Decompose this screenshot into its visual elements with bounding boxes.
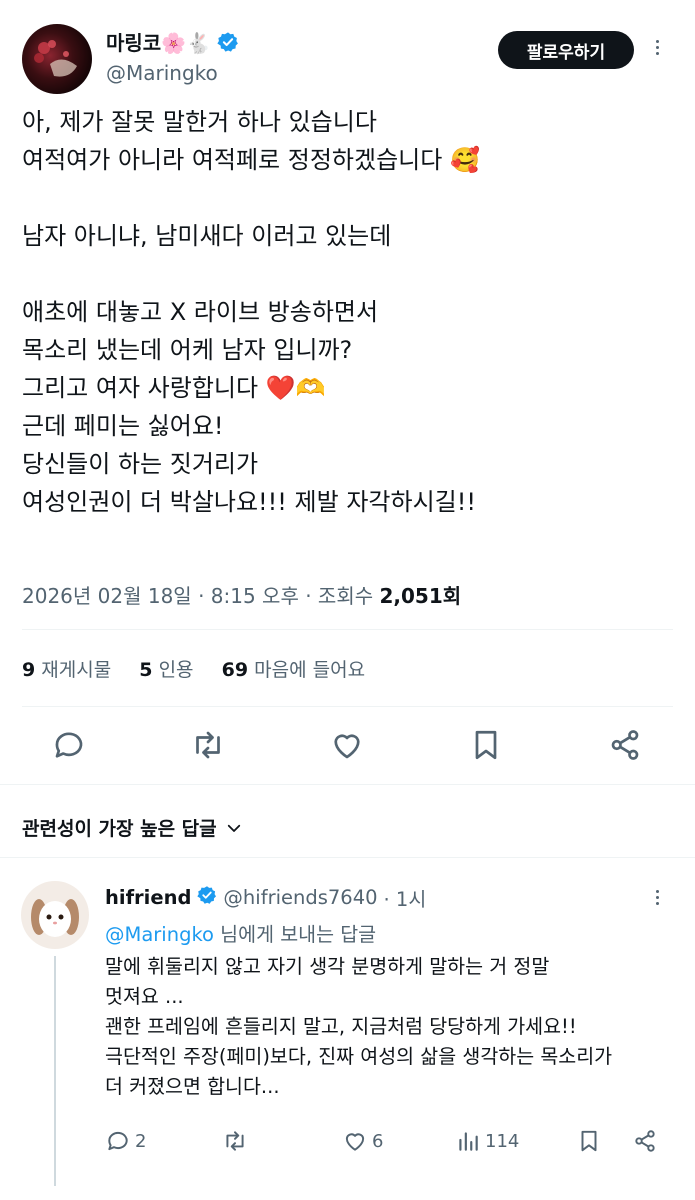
follow-button[interactable]: 팔로우하기: [498, 31, 634, 69]
tweet-meta: 2026년 02월 18일 · 8:15 오후 · 조회수 2,051회: [22, 580, 461, 609]
reply-header: hifriend @hifriends7640 · 1시: [105, 883, 426, 912]
author-avatar[interactable]: [22, 24, 92, 94]
retweet-icon[interactable]: [190, 727, 226, 767]
thread-line: [54, 956, 56, 1186]
tweet-meta-date[interactable]: 2026년 02월 18일 · 8:15 오후 · 조회수: [22, 584, 379, 608]
reply-like-count: 6: [372, 1130, 384, 1152]
replying-to-link[interactable]: @Maringko: [105, 923, 214, 946]
reply-views-button[interactable]: 114: [455, 1128, 519, 1154]
reply-retweet-button[interactable]: [222, 1128, 248, 1154]
more-icon[interactable]: [656, 890, 659, 905]
reply-author-handle[interactable]: @hifriends7640: [223, 886, 377, 909]
more-icon[interactable]: [656, 40, 659, 55]
like-icon[interactable]: [329, 727, 365, 767]
reply-icon[interactable]: [51, 727, 87, 767]
tweet-stats: 9 재게시물 5 인용 69 마음에 들어요: [22, 655, 365, 682]
reply-time[interactable]: · 1시: [384, 883, 427, 912]
reply-author-name[interactable]: hifriend: [105, 886, 191, 909]
author-name[interactable]: 마링코🌸🐇: [106, 31, 211, 55]
tweet-view-count: 2,051회: [379, 584, 462, 608]
tweet-text: 아, 제가 잘못 말한거 하나 있습니다 여적여가 아니라 여적페로 정정하겠습…: [22, 108, 480, 516]
likes-stat[interactable]: 69 마음에 들어요: [222, 659, 365, 681]
replying-to: @Maringko 님에게 보내는 답글: [105, 923, 377, 946]
reply-like-button[interactable]: 6: [342, 1128, 383, 1154]
retweet-icon: [226, 1131, 244, 1151]
reply-sort-label: 관련성이 가장 높은 답글: [22, 818, 217, 840]
reply-view-count: 114: [485, 1130, 520, 1152]
reply-avatar[interactable]: [21, 881, 89, 949]
author-name-row[interactable]: 마링코🌸🐇: [106, 27, 239, 58]
divider: [22, 629, 673, 630]
share-icon[interactable]: [607, 727, 643, 767]
quotes-stat[interactable]: 5 인용: [139, 659, 193, 681]
views-icon: [459, 1132, 478, 1151]
reply-reply-button[interactable]: 2: [105, 1128, 146, 1154]
verified-badge-icon: [197, 885, 217, 910]
reply-text: 말에 휘둘리지 않고 자기 생각 분명하게 말하는 거 정말 멋져요 ... 괜…: [105, 955, 613, 1098]
reply-share-button[interactable]: [632, 1128, 658, 1154]
reply-icon: [108, 1131, 128, 1151]
share-icon: [635, 1130, 655, 1152]
section-divider: [0, 784, 695, 785]
retweets-stat[interactable]: 9 재게시물: [22, 659, 111, 681]
section-divider: [0, 857, 695, 858]
author-handle[interactable]: @Maringko: [106, 61, 218, 85]
reply-bookmark-button[interactable]: [576, 1128, 602, 1154]
verified-badge-icon: [217, 31, 239, 58]
reply-reply-count: 2: [135, 1130, 147, 1152]
bookmark-icon: [581, 1130, 597, 1152]
bookmark-icon[interactable]: [468, 727, 504, 767]
like-icon: [345, 1133, 365, 1151]
reply-sort-selector[interactable]: 관련성이 가장 높은 답글: [22, 814, 243, 841]
divider: [22, 706, 673, 707]
chevron-down-icon: [227, 824, 240, 832]
